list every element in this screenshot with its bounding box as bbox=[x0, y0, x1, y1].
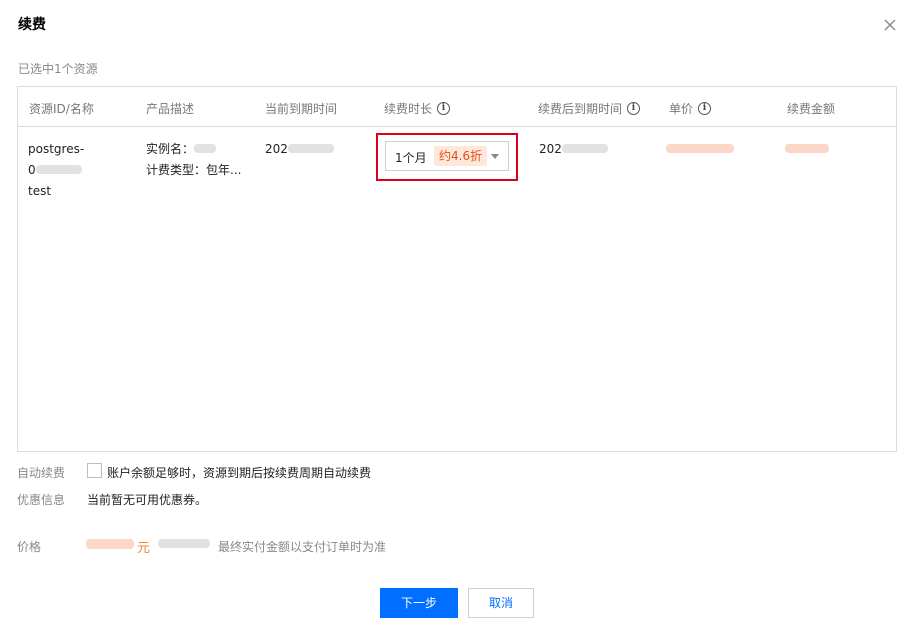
column-header-current-expiry: 当前到期时间 bbox=[265, 102, 338, 116]
product-billing-type: 计费类型：包年... bbox=[146, 163, 242, 177]
current-expiry-cell: 202 bbox=[265, 139, 334, 160]
redacted-text bbox=[561, 144, 608, 153]
column-header-new-expiry: 续费后到期时间 i bbox=[538, 100, 641, 117]
amount-cell bbox=[785, 139, 829, 160]
resource-name: test bbox=[28, 184, 52, 198]
dialog-title: 续费 bbox=[18, 17, 46, 33]
product-description-cell: 实例名： 计费类型：包年... bbox=[146, 139, 241, 181]
auto-renew-text: 账户余额足够时，资源到期后按续费周期自动续费 bbox=[107, 466, 372, 480]
column-header-product: 产品描述 bbox=[146, 102, 195, 116]
product-instance-name: 实例名： bbox=[146, 139, 241, 160]
coupon-text: 当前暂无可用优惠券。 bbox=[87, 493, 208, 507]
auto-renew-label: 自动续费 bbox=[17, 466, 66, 480]
column-header-resource: 资源ID/名称 bbox=[29, 102, 94, 116]
duration-value: 1个月 bbox=[395, 151, 427, 165]
resource-id-cell: postgres- 0 test bbox=[28, 139, 84, 202]
redacted-text bbox=[785, 144, 829, 153]
redacted-text bbox=[666, 144, 734, 153]
redacted-text bbox=[194, 144, 217, 153]
column-header-unit-price: 单价 i bbox=[669, 100, 712, 117]
selected-count: 已选中1个资源 bbox=[18, 62, 98, 76]
discount-badge: 约4.6折 bbox=[434, 146, 488, 166]
price-unit: 元 bbox=[137, 541, 151, 556]
redacted-original-price bbox=[158, 539, 210, 548]
new-expiry-cell: 202 bbox=[539, 139, 608, 160]
column-header-duration: 续费时长 i bbox=[384, 100, 451, 117]
auto-renew-checkbox[interactable] bbox=[87, 463, 102, 478]
info-icon[interactable]: i bbox=[698, 102, 712, 115]
column-header-amount: 续费金额 bbox=[787, 102, 836, 116]
info-icon[interactable]: i bbox=[437, 102, 451, 115]
duration-select[interactable]: 1个月 约4.6折 bbox=[385, 141, 509, 171]
cancel-button[interactable]: 取消 bbox=[468, 588, 534, 618]
caret-down-icon bbox=[491, 154, 499, 159]
info-icon[interactable]: i bbox=[627, 102, 641, 115]
coupon-label: 优惠信息 bbox=[17, 493, 66, 507]
redacted-text bbox=[35, 165, 82, 174]
table-header: 资源ID/名称 产品描述 当前到期时间 续费时长 i 续费后到期时间 i 单价 … bbox=[18, 87, 896, 127]
redacted-text bbox=[287, 144, 334, 153]
next-button[interactable]: 下一步 bbox=[380, 588, 458, 618]
price-label: 价格 bbox=[17, 540, 42, 554]
price-note: 最终实付金额以支付订单时为准 bbox=[218, 540, 387, 554]
redacted-price bbox=[86, 539, 134, 549]
close-icon[interactable] bbox=[882, 17, 898, 33]
unit-price-cell bbox=[666, 139, 734, 160]
resource-id-line: 0 bbox=[28, 160, 84, 181]
resource-id-line: postgres- bbox=[28, 142, 85, 156]
